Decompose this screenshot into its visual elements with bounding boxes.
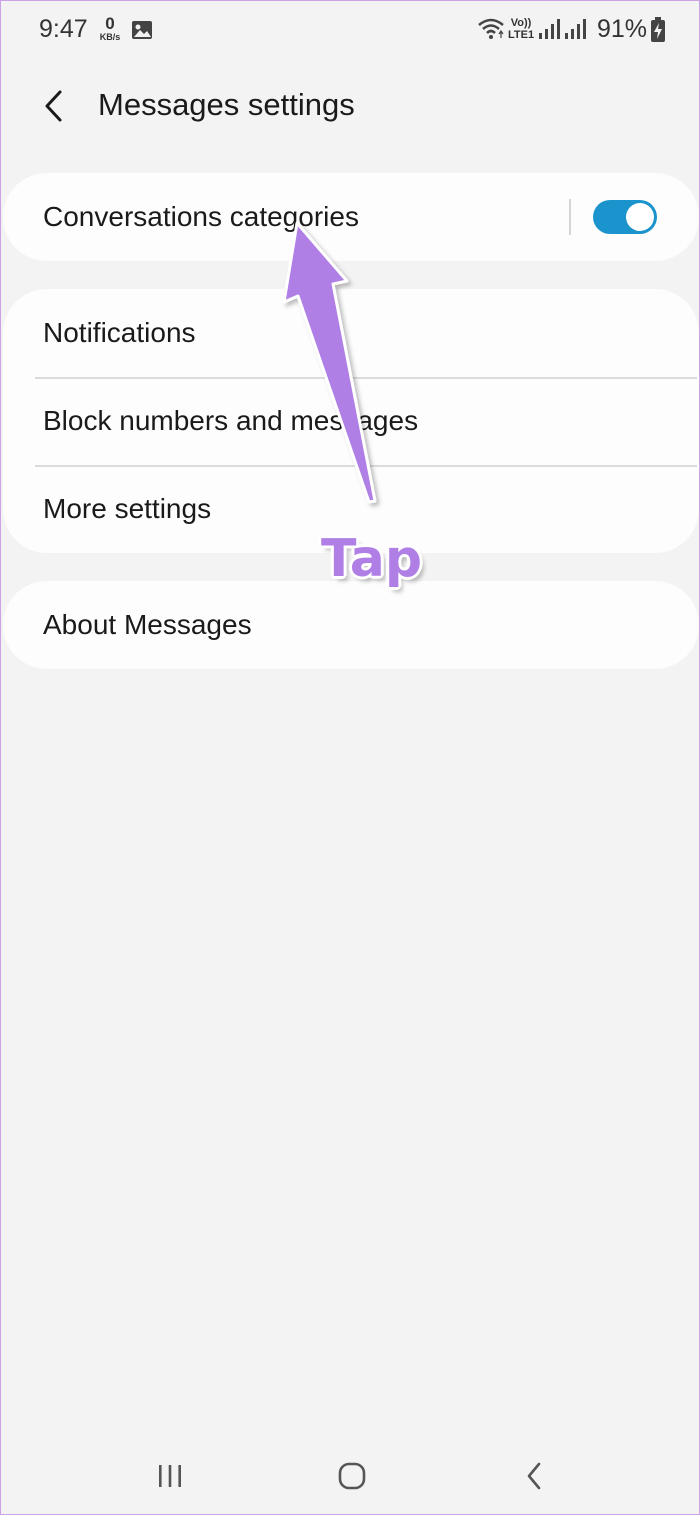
about-messages-label: About Messages bbox=[43, 609, 252, 640]
page-title: Messages settings bbox=[98, 87, 355, 122]
network-speed-value: 0 bbox=[105, 14, 115, 33]
recents-button[interactable] bbox=[145, 1453, 195, 1499]
tap-annotation-label: Tap bbox=[321, 529, 423, 589]
network-speed: 0 KB/s bbox=[97, 15, 123, 42]
home-icon bbox=[338, 1462, 366, 1490]
settings-group-card: Notifications Block numbers and messages… bbox=[3, 289, 699, 553]
nav-back-button[interactable] bbox=[509, 1453, 559, 1499]
signal-strength-icon bbox=[539, 19, 560, 39]
volte-label: Vo)) bbox=[510, 17, 532, 29]
battery-charging-icon bbox=[651, 17, 665, 42]
home-button[interactable] bbox=[327, 1453, 377, 1499]
more-settings-label: More settings bbox=[43, 493, 212, 524]
navigation-bar bbox=[1, 1441, 700, 1511]
lte-label: LTE1 bbox=[508, 29, 535, 41]
network-speed-unit: KB/s bbox=[99, 32, 121, 42]
wifi-icon bbox=[478, 18, 504, 39]
notifications-label: Notifications bbox=[43, 317, 196, 348]
conversations-categories-label: Conversations categories bbox=[43, 201, 359, 232]
status-bar: 9:47 0 KB/s Vo)) LTE1 91% bbox=[1, 1, 700, 63]
toggle-knob bbox=[626, 203, 654, 231]
toggle-separator bbox=[569, 199, 571, 235]
image-notification-icon bbox=[132, 21, 152, 39]
battery-percentage: 91% bbox=[597, 15, 648, 43]
signal-strength-icon-2 bbox=[565, 19, 586, 39]
block-numbers-label: Block numbers and messages bbox=[43, 405, 419, 436]
settings-item-notifications[interactable]: Notifications bbox=[3, 289, 699, 377]
conversations-categories-card: Conversations categories bbox=[3, 173, 699, 261]
recents-icon bbox=[159, 1465, 181, 1487]
conversations-categories-toggle[interactable] bbox=[593, 200, 657, 234]
settings-item-about-messages[interactable]: About Messages bbox=[3, 581, 699, 669]
settings-item-block-numbers[interactable]: Block numbers and messages bbox=[3, 377, 699, 465]
status-time: 9:47 bbox=[39, 15, 88, 43]
back-icon bbox=[527, 1462, 541, 1490]
volte-indicator: Vo)) LTE1 bbox=[508, 17, 534, 41]
header: Messages settings bbox=[1, 71, 700, 141]
chevron-left-icon bbox=[45, 90, 62, 122]
back-button[interactable] bbox=[31, 83, 77, 129]
about-card: About Messages bbox=[3, 581, 699, 669]
